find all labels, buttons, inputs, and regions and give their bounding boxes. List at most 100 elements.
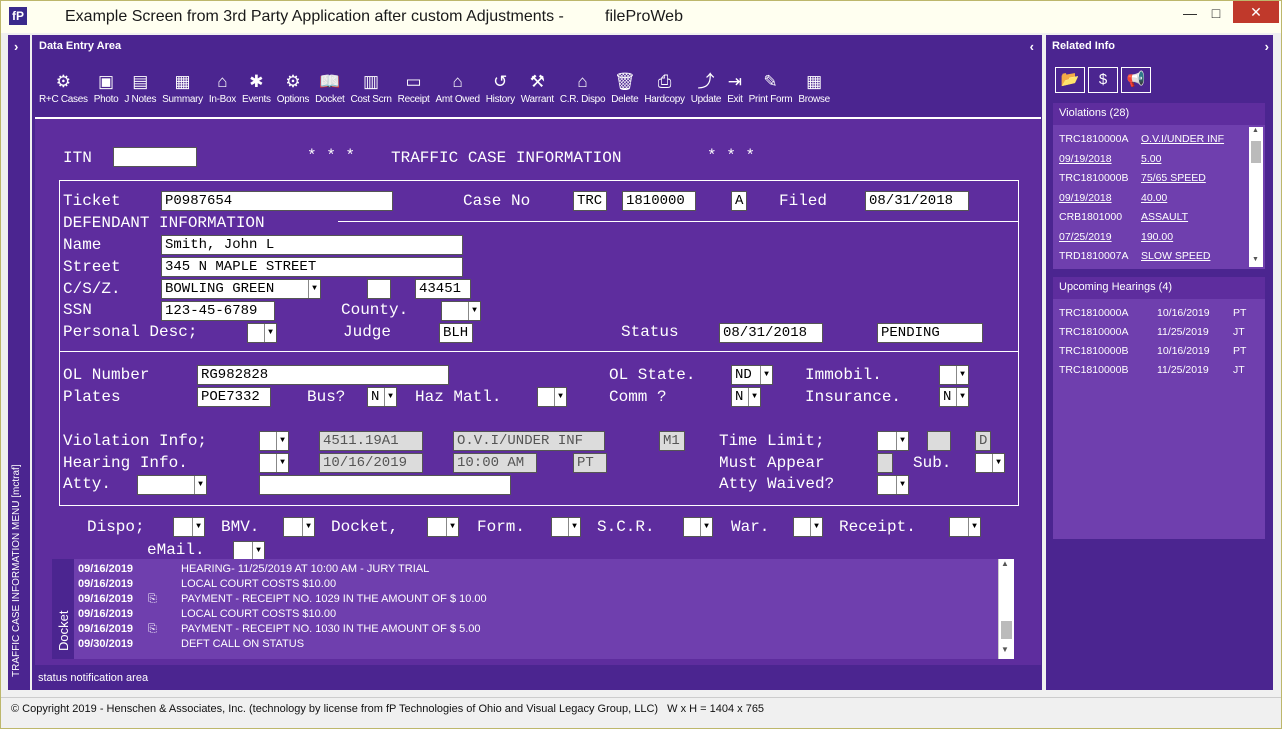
scroll-down-icon[interactable]: ▼ <box>1001 645 1009 654</box>
case-number-field[interactable]: 1810000 <box>622 191 696 211</box>
county-select[interactable]: ▼ <box>441 301 481 321</box>
toolbar-receipt-button[interactable]: ▭ Receipt <box>395 65 433 105</box>
toolbar-exit-button[interactable]: ⇥ Exit <box>724 65 745 105</box>
scroll-thumb[interactable] <box>1001 621 1012 639</box>
personal-desc-select[interactable]: ▼ <box>247 323 277 343</box>
violation-link[interactable]: 75/65 SPEED <box>1141 172 1206 184</box>
toolbar-events-button[interactable]: ✱ Events <box>239 65 274 105</box>
toolbar-browse-button[interactable]: ▦ Browse <box>795 65 833 105</box>
judge-field[interactable]: BLH <box>439 323 473 343</box>
toolbar-cost-scrn-button[interactable]: ▥ Cost Scrn <box>347 65 394 105</box>
violation-case[interactable]: TRC1810000B <box>1059 172 1128 184</box>
atty-waived-select[interactable]: ▼ <box>877 475 909 495</box>
receipt-select[interactable]: ▼ <box>949 517 981 537</box>
hearing-select[interactable]: ▼ <box>259 453 289 473</box>
docket-date: 09/16/2019 <box>78 578 134 590</box>
filed-date-field[interactable]: 08/31/2018 <box>865 191 969 211</box>
war-select[interactable]: ▼ <box>793 517 823 537</box>
receipt-doc-icon[interactable]: ⎘ <box>148 593 157 606</box>
ol-state-select[interactable]: ND ▼ <box>731 365 773 385</box>
bmv-select[interactable]: ▼ <box>283 517 315 537</box>
violation-case[interactable]: 09/19/2018 <box>1059 153 1112 165</box>
insurance-select[interactable]: N ▼ <box>939 387 969 407</box>
case-prefix-field[interactable]: TRC <box>573 191 607 211</box>
status-date-field[interactable]: 08/31/2018 <box>719 323 823 343</box>
violation-case[interactable]: CRB1801000 <box>1059 211 1122 223</box>
violation-link[interactable]: 40.00 <box>1141 192 1167 204</box>
email-label: eMail. <box>147 541 205 559</box>
toolbar-c-r-dispo-button[interactable]: ⌂ C.R. Dispo <box>557 65 608 105</box>
street-field[interactable]: 345 N MAPLE STREET <box>161 257 463 277</box>
violation-link[interactable]: ASSAULT <box>1141 211 1188 223</box>
ssn-field[interactable]: 123-45-6789 <box>161 301 275 321</box>
toolbar-history-button[interactable]: ↺ History <box>483 65 518 105</box>
violation-desc-field: O.V.I/UNDER INF <box>453 431 605 451</box>
docket-scrollbar[interactable]: ▲ ▼ <box>998 559 1014 659</box>
violation-link[interactable]: 190.00 <box>1141 231 1173 243</box>
city-select[interactable]: BOWLING GREEN ▼ <box>161 279 321 299</box>
case-suffix-field[interactable]: A <box>731 191 747 211</box>
toolbar-print-form-button[interactable]: ✎ Print Form <box>746 65 796 105</box>
scroll-up-icon[interactable]: ▲ <box>1252 127 1259 134</box>
ticket-field[interactable]: P0987654 <box>161 191 393 211</box>
violations-scrollbar[interactable]: ▲ ▼ <box>1249 127 1263 267</box>
toolbar-j-notes-button[interactable]: ▤ J Notes <box>121 65 159 105</box>
receipt-doc-icon[interactable]: ⎘ <box>148 623 157 636</box>
collapse-right-icon[interactable]: › <box>1265 39 1269 54</box>
chevron-down-icon: ▼ <box>276 432 288 450</box>
bus-select[interactable]: N ▼ <box>367 387 397 407</box>
toolbar-update-button[interactable]: ⤴ Update <box>688 65 724 105</box>
chevron-down-icon: ▼ <box>252 542 264 560</box>
toolbar-docket-button[interactable]: 📖 Docket <box>312 65 347 105</box>
toolbar-r-c-cases-button[interactable]: ⚙ R+C Cases <box>36 65 91 105</box>
form-select[interactable]: ▼ <box>551 517 581 537</box>
scroll-down-icon[interactable]: ▼ <box>1252 256 1259 263</box>
scr-select[interactable]: ▼ <box>683 517 713 537</box>
toolbar-hardcopy-button[interactable]: ⎙ Hardcopy <box>641 65 687 105</box>
toolbar-in-box-button[interactable]: ⌂ In-Box <box>206 65 239 105</box>
toolbar-label: History <box>485 94 515 105</box>
folder-open-icon[interactable]: 📂 <box>1055 67 1085 93</box>
close-button[interactable]: ✕ <box>1233 1 1279 23</box>
violation-case[interactable]: 07/25/2019 <box>1059 231 1112 243</box>
atty-select[interactable]: ▼ <box>137 475 207 495</box>
violation-case[interactable]: 09/19/2018 <box>1059 192 1112 204</box>
itn-field[interactable] <box>113 147 197 167</box>
hazmat-select[interactable]: ▼ <box>537 387 567 407</box>
status-value-field[interactable]: PENDING <box>877 323 983 343</box>
plates-field[interactable]: POE7332 <box>197 387 271 407</box>
toolbar-summary-button[interactable]: ▦ Summary <box>159 65 206 105</box>
immobil-select[interactable]: ▼ <box>939 365 969 385</box>
atty-name-field[interactable] <box>259 475 511 495</box>
dispo-select[interactable]: ▼ <box>173 517 205 537</box>
toolbar-warrant-button[interactable]: ⚒ Warrant <box>518 65 557 105</box>
toolbar-delete-button[interactable]: 🗑 Delete <box>608 65 641 105</box>
dollar-icon[interactable]: $ <box>1088 67 1118 93</box>
violation-case[interactable]: TRD1810007A <box>1059 250 1128 262</box>
collapse-main-icon[interactable]: ‹ <box>1030 39 1034 54</box>
must-appear-field[interactable] <box>877 453 893 473</box>
sub-select[interactable]: ▼ <box>975 453 1005 473</box>
scroll-thumb[interactable] <box>1251 141 1261 163</box>
zip-field[interactable]: 43451 <box>415 279 471 299</box>
state-field[interactable] <box>367 279 391 299</box>
time-limit-select[interactable]: ▼ <box>877 431 909 451</box>
violation-link[interactable]: O.V.I/UNDER INF <box>1141 133 1224 145</box>
toolbar-amt-owed-button[interactable]: ⌂ Amt Owed <box>432 65 482 105</box>
print-form-icon: ✎ <box>763 72 778 91</box>
comm-select[interactable]: N ▼ <box>731 387 761 407</box>
violation-link[interactable]: 5.00 <box>1141 153 1161 165</box>
violation-link[interactable]: SLOW SPEED <box>1141 250 1210 262</box>
email-select[interactable]: ▼ <box>233 541 265 561</box>
megaphone-icon[interactable]: 📢 <box>1121 67 1151 93</box>
expand-left-icon[interactable]: › <box>14 39 18 54</box>
docket-select[interactable]: ▼ <box>427 517 459 537</box>
violation-case[interactable]: TRC1810000A <box>1059 133 1128 145</box>
maximize-button[interactable]: □ <box>1201 1 1231 25</box>
name-field[interactable]: Smith, John L <box>161 235 463 255</box>
scroll-up-icon[interactable]: ▲ <box>1001 559 1009 568</box>
toolbar-options-button[interactable]: ⚙ Options <box>274 65 312 105</box>
ol-number-field[interactable]: RG982828 <box>197 365 449 385</box>
toolbar-photo-button[interactable]: ▣ Photo <box>91 65 122 105</box>
violation-select[interactable]: ▼ <box>259 431 289 451</box>
